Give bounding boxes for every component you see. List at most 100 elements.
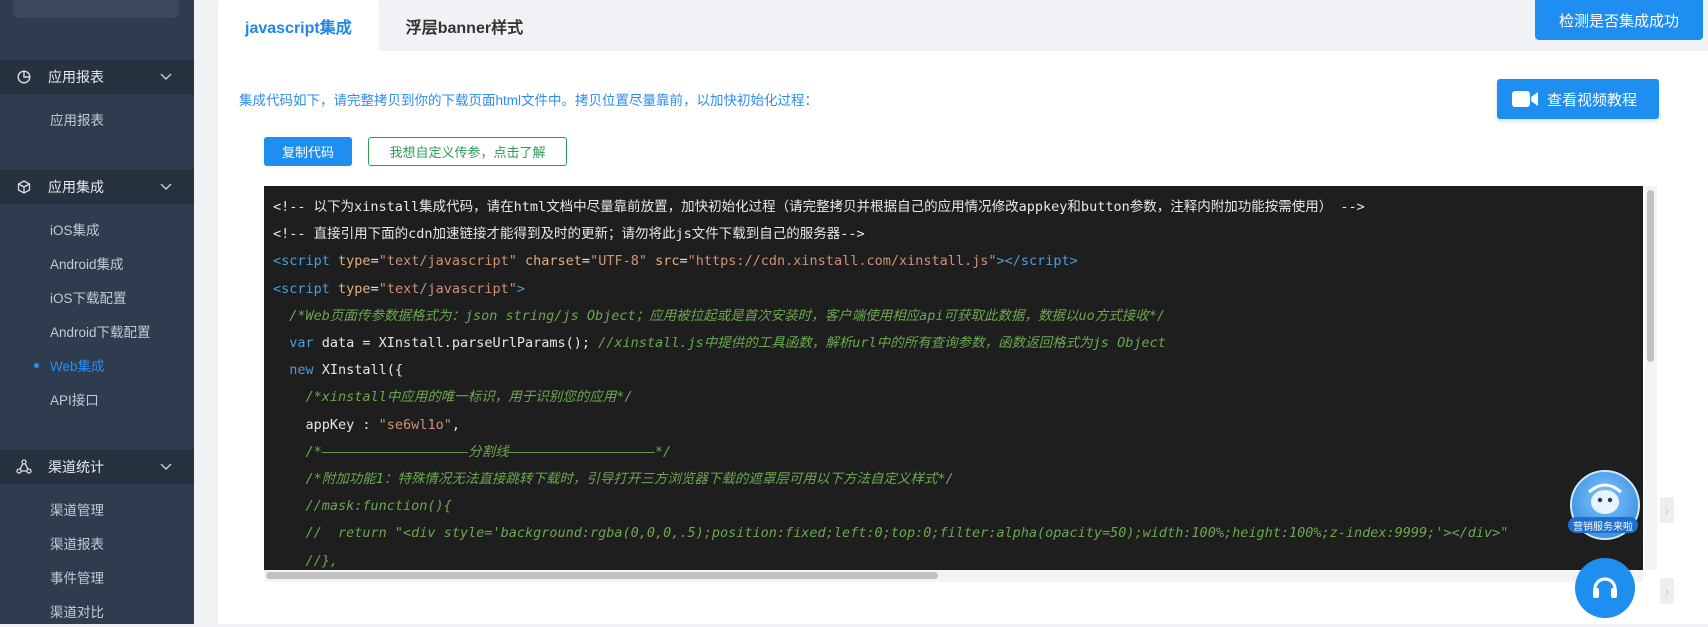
- code-keyword: var: [289, 335, 314, 352]
- code-tag: >: [516, 280, 526, 297]
- code-comment: //mask:function(){: [305, 498, 452, 515]
- sidebar-item-channel-compare[interactable]: 渠道对比: [0, 595, 194, 627]
- sidebar-item-label: iOS集成: [50, 223, 100, 238]
- code-attr: type: [338, 253, 371, 270]
- chevron-right-icon[interactable]: ›: [1660, 578, 1674, 604]
- code-comment: <!-- 直接引用下面的cdn加速链接才能得到及时的更新；请勿将此js文件下载到…: [273, 226, 865, 243]
- sidebar-section-channel-stats[interactable]: 渠道统计: [0, 450, 194, 484]
- code-line: /*附加功能1：特殊情况无法直接跳转下载时，引导打开三方浏览器下载的遮罩层可用以…: [273, 466, 1508, 493]
- code-plain: data = XInstall.parseUrlParams();: [313, 335, 599, 352]
- code-string: "text/javascript": [378, 280, 517, 297]
- code-line: var data = XInstall.parseUrlParams(); //…: [273, 330, 1508, 357]
- marketing-service-label[interactable]: 营销服务来啦: [1568, 517, 1638, 533]
- check-integration-button[interactable]: 检测是否集成成功: [1535, 0, 1703, 40]
- custom-params-button[interactable]: 我想自定义传参，点击了解: [368, 137, 567, 166]
- share-nodes-icon: [16, 459, 32, 475]
- code-comment: //},: [305, 552, 339, 569]
- code-comment: /*xinstall中应用的唯一标识，用于识别您的应用*/: [305, 389, 633, 406]
- code-tag: >: [1069, 253, 1078, 270]
- code-vertical-scrollbar[interactable]: [1645, 186, 1657, 570]
- sidebar-item-ios-download-config[interactable]: iOS下载配置: [0, 281, 194, 313]
- sidebar-item-label: Android集成: [50, 257, 124, 272]
- code-comment: /*附加功能1：特殊情况无法直接跳转下载时，引导打开三方浏览器下载的遮罩层可用以…: [305, 471, 954, 488]
- video-tutorial-button[interactable]: 查看视频教程: [1497, 79, 1659, 119]
- code-line: <script type="text/javascript">: [273, 280, 526, 297]
- sidebar-item-channel-manage[interactable]: 渠道管理: [0, 493, 194, 525]
- code-string: "https://cdn.xinstall.com/xinstall.js": [687, 253, 997, 270]
- sidebar-item-label: iOS下载配置: [50, 291, 127, 306]
- code-horizontal-scrollbar[interactable]: [264, 570, 1643, 582]
- sidebar-item-web-integration[interactable]: Web集成: [0, 349, 194, 381]
- code-comment: /*Web页面传参数据格式为：json string/js Object；应用被…: [289, 307, 1165, 324]
- sidebar-section-label: 渠道统计: [48, 459, 104, 475]
- main-area: javascript集成 浮层banner样式 检测是否集成成功 集成代码如下，…: [194, 0, 1708, 624]
- code-string: "text/javascript": [378, 253, 517, 270]
- sidebar-item-ios-integration[interactable]: iOS集成: [0, 213, 194, 245]
- customer-support-button[interactable]: [1575, 558, 1635, 618]
- code-line: /*——————————————————分割线—————————————————…: [273, 439, 1508, 466]
- code-tag: script: [1020, 253, 1070, 270]
- code-line: // return "<div style='background:rgba(0…: [273, 520, 1509, 547]
- scrollbar-thumb[interactable]: [266, 572, 938, 579]
- video-tutorial-label: 查看视频教程: [1547, 91, 1638, 109]
- code-tag: ></: [996, 253, 1021, 270]
- video-camera-icon: [1511, 89, 1539, 109]
- code-line: //},: [273, 548, 1508, 570]
- code-line: new XInstall({: [273, 357, 1508, 384]
- code-attr: charset: [525, 253, 582, 270]
- sidebar-item-label: Android下载配置: [50, 325, 151, 340]
- code-line: //mask:function(){: [273, 493, 1508, 520]
- code-tag: <script: [273, 253, 330, 270]
- code-line: appKey : "se6wl1o",: [273, 412, 1508, 439]
- code-comment: /*——————————————————分割线—————————————————…: [305, 443, 672, 460]
- chevron-down-icon: [160, 461, 172, 473]
- active-dot: [34, 362, 39, 368]
- code-attr: src: [655, 253, 680, 270]
- sidebar-item-label: 渠道对比: [50, 605, 104, 620]
- code-line: /*Web页面传参数据格式为：json string/js Object；应用被…: [273, 303, 1508, 330]
- sidebar-section-label: 应用报表: [48, 69, 104, 85]
- sidebar-top-item[interactable]: [13, 0, 179, 18]
- tab-banner-style[interactable]: 浮层banner样式: [379, 0, 550, 51]
- code-block[interactable]: <!-- 以下为xinstall集成代码，请在html文档中尽量靠前放置，加快初…: [264, 186, 1643, 570]
- code-plain: XInstall({: [313, 362, 404, 379]
- sidebar-item-channel-report[interactable]: 渠道报表: [0, 527, 194, 559]
- code-attr: type: [338, 280, 371, 297]
- sidebar-item-event-manage[interactable]: 事件管理: [0, 561, 194, 593]
- integration-hint: 集成代码如下，请完整拷贝到你的下载页面html文件中。拷贝位置尽量靠前，以加快初…: [239, 93, 819, 108]
- sidebar-item-app-report[interactable]: 应用报表: [0, 103, 194, 135]
- sidebar-item-android-download-config[interactable]: Android下载配置: [0, 315, 194, 347]
- code-text: <!-- 以下为xinstall集成代码，请在html文档中尽量靠前放置，加快初…: [273, 194, 1508, 570]
- scrollbar-thumb[interactable]: [1647, 190, 1654, 362]
- code-line: <!-- 以下为xinstall集成代码，请在html文档中尽量靠前放置，加快初…: [273, 194, 1508, 221]
- tab-javascript-integration[interactable]: javascript集成: [218, 0, 379, 51]
- code-comment: //xinstall.js中提供的工具函数，解析url中的所有查询参数，函数返回…: [598, 335, 1166, 352]
- sidebar-item-android-integration[interactable]: Android集成: [0, 247, 194, 279]
- sidebar-item-label: 渠道管理: [50, 503, 104, 518]
- sidebar-item-label: 应用报表: [50, 113, 104, 128]
- code-line: <!-- 直接引用下面的cdn加速链接才能得到及时的更新；请勿将此js文件下载到…: [273, 221, 1508, 248]
- chevron-down-icon: [160, 181, 172, 193]
- headset-icon: [1593, 577, 1617, 598]
- sidebar-item-label: 渠道报表: [50, 537, 104, 552]
- code-keyword: new: [289, 362, 314, 379]
- pie-chart-icon: [16, 69, 32, 85]
- code-line: /*xinstall中应用的唯一标识，用于识别您的应用*/: [273, 384, 1508, 411]
- chevron-right-icon[interactable]: ›: [1660, 497, 1674, 523]
- sidebar-item-label: Web集成: [50, 359, 105, 374]
- sidebar-item-label: 事件管理: [50, 571, 104, 586]
- sidebar-section-app-integration[interactable]: 应用集成: [0, 170, 194, 204]
- cube-icon: [16, 179, 32, 195]
- sidebar-item-api[interactable]: API接口: [0, 383, 194, 415]
- code-comment: // return "<div style='background:rgba(0…: [305, 525, 1509, 542]
- sidebar-section-app-report[interactable]: 应用报表: [0, 60, 194, 94]
- code-plain: appKey :: [305, 416, 379, 433]
- code-plain: ,: [451, 416, 460, 433]
- code-line: <script type="text/javascript" charset="…: [273, 253, 1078, 270]
- tab-bar: javascript集成 浮层banner样式: [218, 0, 550, 51]
- copy-code-button[interactable]: 复制代码: [264, 137, 352, 166]
- sidebar-item-label: API接口: [50, 393, 99, 408]
- sidebar-section-label: 应用集成: [48, 179, 104, 195]
- code-string: "UTF-8": [590, 253, 647, 270]
- code-comment: <!-- 以下为xinstall集成代码，请在html文档中尽量靠前放置，加快初…: [273, 199, 1365, 215]
